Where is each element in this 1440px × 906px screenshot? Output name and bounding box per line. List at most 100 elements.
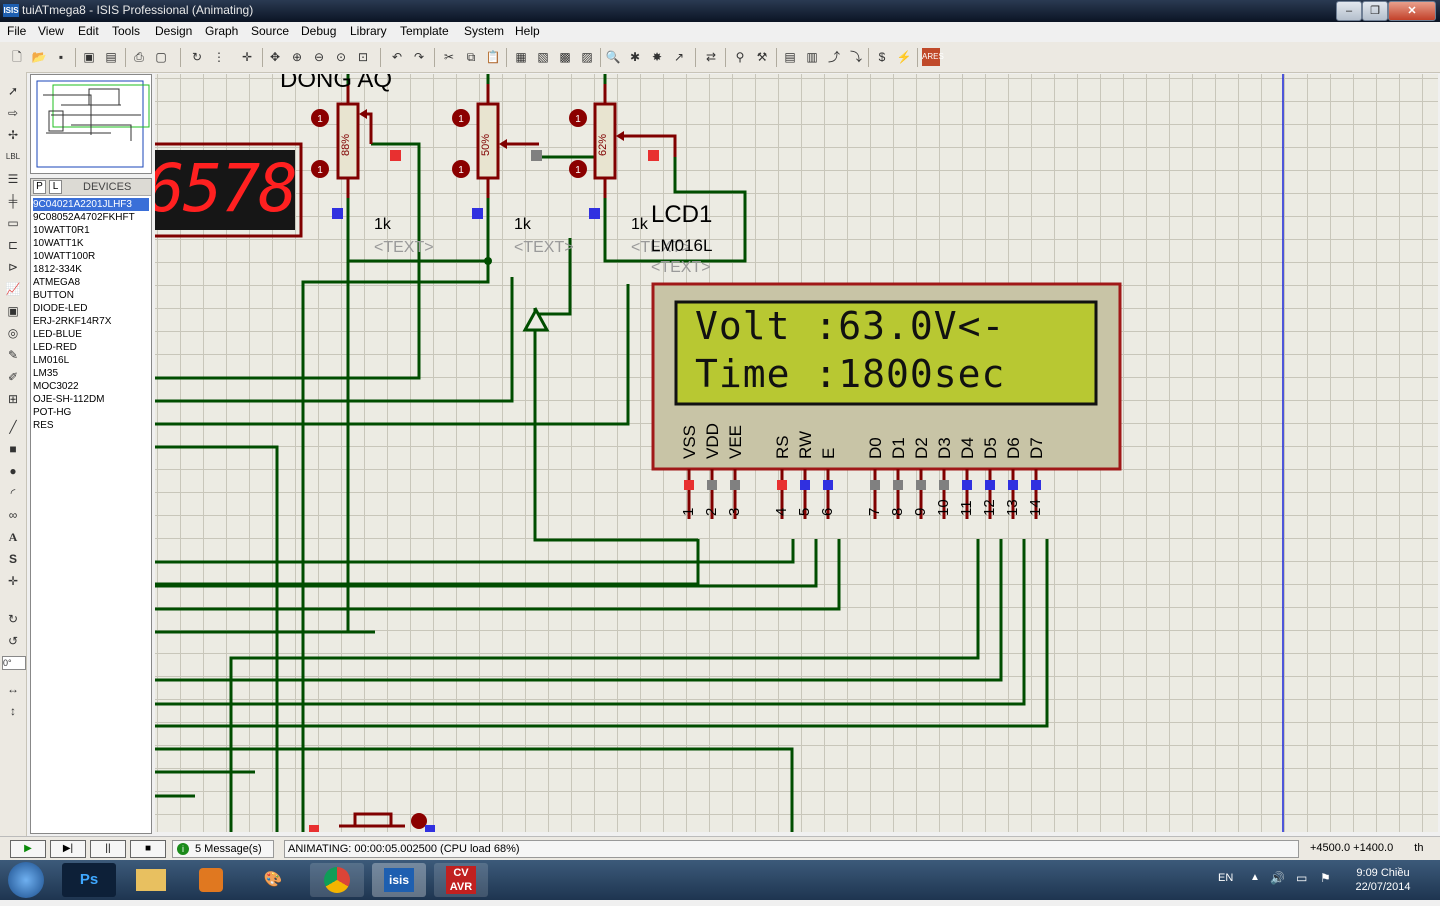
device-list-item[interactable]: ERJ-2RKF14R7X (33, 315, 149, 328)
box-icon[interactable]: ■ (4, 440, 22, 458)
mirror-horizontal-icon[interactable]: ↔ (4, 680, 22, 698)
media-player-taskbar-icon[interactable] (184, 863, 238, 897)
zoom-area-icon[interactable]: ⊡ (354, 48, 372, 66)
zoom-out-icon[interactable]: ⊖ (310, 48, 328, 66)
grid-icon[interactable]: ⋮ (210, 48, 228, 66)
redo-icon[interactable]: ↷ (410, 48, 428, 66)
current-probe-icon[interactable]: ✐ (4, 368, 22, 386)
device-list-item[interactable]: ATMEGA8 (33, 276, 149, 289)
bill-of-materials-icon[interactable]: $ (873, 48, 891, 66)
make-device-icon[interactable]: ✱ (626, 48, 644, 66)
device-list-item[interactable]: 9C08052A4702FKHFT (33, 211, 149, 224)
minimize-button[interactable]: – (1336, 1, 1362, 21)
action-center-flag-icon[interactable]: ⚑ (1320, 871, 1331, 885)
block-copy-icon[interactable]: ▦ (512, 48, 530, 66)
cut-icon[interactable]: ✂ (440, 48, 458, 66)
menu-design[interactable]: Design (155, 24, 192, 38)
remove-sheet-icon[interactable]: ▥ (803, 48, 821, 66)
show-hidden-icons[interactable]: ▲ (1250, 872, 1260, 883)
close-button[interactable]: ✕ (1388, 1, 1436, 21)
cvavr-taskbar-icon[interactable]: CV AVR (434, 863, 488, 897)
save-icon[interactable]: ▪ (52, 48, 70, 66)
menu-template[interactable]: Template (400, 24, 449, 38)
symbol-icon[interactable]: S (4, 550, 22, 568)
chrome-taskbar-icon[interactable] (310, 863, 364, 897)
device-list-item[interactable]: 1812-334K (33, 263, 149, 276)
refresh-icon[interactable]: ↻ (188, 48, 206, 66)
device-list-item[interactable]: 10WATT100R (33, 250, 149, 263)
device-list-item[interactable]: BUTTON (33, 289, 149, 302)
rotate-clockwise-icon[interactable]: ↻ (4, 610, 22, 628)
voltage-probe-icon[interactable]: ✎ (4, 346, 22, 364)
menu-file[interactable]: File (7, 24, 26, 38)
menu-debug[interactable]: Debug (301, 24, 336, 38)
paste-icon[interactable]: 📋 (484, 48, 502, 66)
start-button[interactable] (8, 862, 44, 898)
open-folder-icon[interactable]: 📂 (30, 48, 48, 66)
library-manager-button[interactable]: L (49, 180, 62, 194)
device-list-item[interactable]: LM016L (33, 354, 149, 367)
path-icon[interactable]: ∞ (4, 506, 22, 524)
export-icon[interactable]: ▤ (102, 48, 120, 66)
line-icon[interactable]: ╱ (4, 418, 22, 436)
system-clock[interactable]: 9:09 Chiều 22/07/2014 (1348, 866, 1418, 894)
tape-recorder-icon[interactable]: ▣ (4, 302, 22, 320)
block-rotate-icon[interactable]: ▩ (556, 48, 574, 66)
mirror-vertical-icon[interactable]: ↕ (4, 702, 22, 720)
circle-icon[interactable]: ● (4, 462, 22, 480)
file-explorer-taskbar-icon[interactable] (124, 863, 178, 897)
wire-autorouter-icon[interactable]: ⇄ (702, 48, 720, 66)
overview-window[interactable] (30, 74, 152, 174)
menu-library[interactable]: Library (350, 24, 387, 38)
origin-icon[interactable]: ✛ (238, 48, 256, 66)
graph-icon[interactable]: 📈 (4, 280, 22, 298)
paint-taskbar-icon[interactable]: 🎨 (246, 863, 300, 897)
terminals-icon[interactable]: ⊏ (4, 236, 22, 254)
copy-icon[interactable]: ⧉ (462, 48, 480, 66)
selection-mode-icon[interactable]: ➚ (4, 82, 22, 100)
device-list-item[interactable]: OJE-SH-112DM (33, 393, 149, 406)
menu-edit[interactable]: Edit (78, 24, 99, 38)
bus-icon[interactable]: ╪ (4, 192, 22, 210)
wire-label-icon[interactable]: LBL (4, 148, 22, 166)
print-icon[interactable]: ⎙ (130, 48, 148, 66)
rotate-anticlockwise-icon[interactable]: ↺ (4, 632, 22, 650)
import-icon[interactable]: ▣ (80, 48, 98, 66)
volume-icon[interactable]: 🔊 (1270, 871, 1285, 885)
schematic-canvas[interactable]: 1 1 1 1 1 1 DONG AQ 6578 88% 50% 62% 1k … (155, 74, 1438, 832)
print-area-icon[interactable]: ▢ (152, 48, 170, 66)
electrical-rule-icon[interactable]: ⚡ (895, 48, 913, 66)
new-sheet-icon[interactable]: ▤ (781, 48, 799, 66)
device-list-item[interactable]: 10WATT0R1 (33, 224, 149, 237)
photoshop-taskbar-icon[interactable]: Ps (62, 863, 116, 897)
generator-icon[interactable]: ◎ (4, 324, 22, 342)
network-icon[interactable]: ▭ (1296, 871, 1307, 885)
stop-button[interactable]: ■ (130, 840, 166, 858)
marker-icon[interactable]: ✛ (4, 572, 22, 590)
pick-device-icon[interactable]: 🔍 (604, 48, 622, 66)
zoom-all-icon[interactable]: ⊙ (332, 48, 350, 66)
junction-dot-icon[interactable]: ✢ (4, 126, 22, 144)
zoom-child-icon[interactable]: ⤵ (847, 48, 865, 66)
maximize-button[interactable]: ❐ (1362, 1, 1388, 21)
block-move-icon[interactable]: ▧ (534, 48, 552, 66)
arc-icon[interactable]: ◜ (4, 484, 22, 502)
exit-parent-icon[interactable]: ⤴ (825, 48, 843, 66)
property-tool-icon[interactable]: ⚒ (753, 48, 771, 66)
messages-indicator[interactable]: i 5 Message(s) (172, 840, 274, 858)
new-file-icon[interactable]: 🗋 (8, 48, 26, 66)
subcircuit-icon[interactable]: ▭ (4, 214, 22, 232)
step-button[interactable]: ▶| (50, 840, 86, 858)
device-pins-icon[interactable]: ⊳ (4, 258, 22, 276)
menu-graph[interactable]: Graph (205, 24, 238, 38)
pan-icon[interactable]: ✥ (266, 48, 284, 66)
block-delete-icon[interactable]: ▨ (578, 48, 596, 66)
device-list-item[interactable]: MOC3022 (33, 380, 149, 393)
device-list-item[interactable]: LED-BLUE (33, 328, 149, 341)
device-list-item[interactable]: 9C04021A2201JLHF3 (33, 198, 149, 211)
device-list-item[interactable]: 10WATT1K (33, 237, 149, 250)
rotation-angle-field[interactable]: 0° (2, 656, 26, 670)
component-mode-icon[interactable]: ⇨ (4, 104, 22, 122)
device-list-item[interactable]: RES (33, 419, 149, 432)
text-icon[interactable]: A (4, 528, 22, 546)
